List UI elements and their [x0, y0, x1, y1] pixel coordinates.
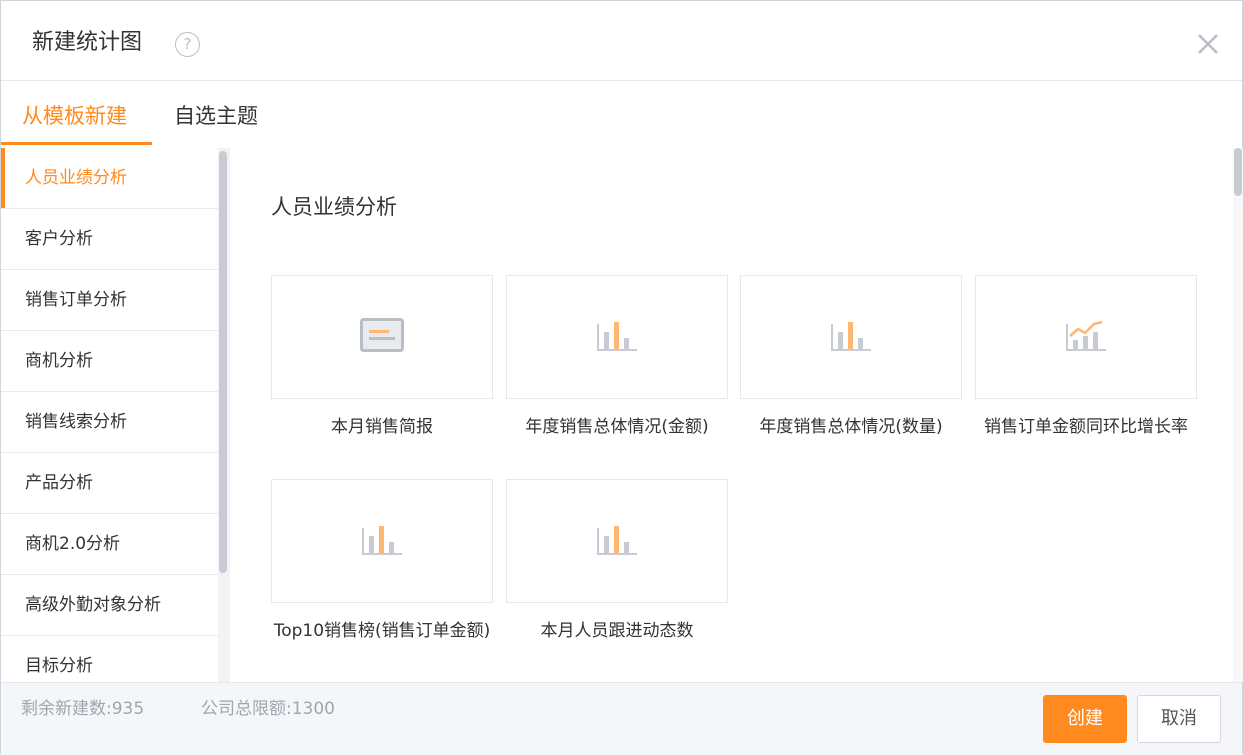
- template-card-label: 年度销售总体情况(金额): [525, 417, 709, 437]
- bar-chart-icon: [831, 322, 871, 351]
- sidebar-item-sales-lead[interactable]: 销售线索分析: [1, 392, 218, 453]
- sidebar-scroll-thumb[interactable]: [219, 151, 227, 573]
- bar-chart-icon: [597, 322, 637, 351]
- template-card-preview[interactable]: [975, 275, 1197, 399]
- bar-chart-icon: [597, 526, 637, 555]
- template-card[interactable]: 年度销售总体情况(金额): [506, 275, 728, 439]
- help-icon[interactable]: ?: [175, 32, 200, 57]
- tab-custom-theme[interactable]: 自选主题: [174, 101, 258, 131]
- dialog-header: 新建统计图 ?: [1, 1, 1242, 81]
- template-card-label: 本月销售简报: [331, 417, 433, 437]
- template-card[interactable]: Top10销售榜(销售订单金额): [271, 479, 493, 643]
- dialog-title: 新建统计图: [32, 30, 143, 55]
- template-card[interactable]: 年度销售总体情况(数量): [740, 275, 962, 439]
- template-card-preview[interactable]: [740, 275, 962, 399]
- bar-chart-icon: [362, 526, 402, 555]
- template-panel: 人员业绩分析 本月销售简报 年度销售总体情况(金额) 年度销售总体情况(数量) …: [230, 148, 1233, 682]
- template-card[interactable]: 本月销售简报: [271, 275, 493, 439]
- template-card-label: Top10销售榜(销售订单金额): [273, 621, 491, 641]
- sidebar-item-staff-performance[interactable]: 人员业绩分析: [1, 148, 218, 209]
- cancel-button[interactable]: 取消: [1137, 695, 1221, 743]
- sidebar-item-field-work[interactable]: 高级外勤对象分析: [1, 575, 218, 636]
- section-title: 人员业绩分析: [271, 195, 397, 219]
- template-card[interactable]: 本月人员跟进动态数: [506, 479, 728, 643]
- sidebar-item-goal[interactable]: 目标分析: [1, 636, 218, 682]
- template-card-preview[interactable]: [271, 275, 493, 399]
- template-card[interactable]: 销售订单金额同环比增长率: [975, 275, 1197, 439]
- sidebar-item-product[interactable]: 产品分析: [1, 453, 218, 514]
- bar-line-chart-icon: [1066, 320, 1106, 351]
- report-icon: [360, 318, 404, 352]
- template-card-label: 销售订单金额同环比增长率: [984, 417, 1188, 437]
- dialog-footer: 剩余新建数:935 公司总限额:1300 创建 取消: [1, 682, 1242, 755]
- template-card-preview[interactable]: [271, 479, 493, 603]
- template-card-label: 本月人员跟进动态数: [540, 621, 694, 641]
- close-icon[interactable]: [1194, 30, 1222, 58]
- create-button[interactable]: 创建: [1043, 695, 1127, 743]
- tab-bar: 从模板新建 自选主题: [1, 82, 1242, 148]
- sidebar-item-sales-order[interactable]: 销售订单分析: [1, 270, 218, 331]
- sidebar-item-customer[interactable]: 客户分析: [1, 209, 218, 270]
- main-scrollbar[interactable]: [1233, 148, 1243, 682]
- main-scroll-thumb[interactable]: [1234, 148, 1242, 196]
- remaining-quota: 剩余新建数:935: [21, 699, 145, 719]
- template-card-preview[interactable]: [506, 479, 728, 603]
- active-tab-indicator: [1, 142, 152, 145]
- category-sidebar: 人员业绩分析 客户分析 销售订单分析 商机分析 销售线索分析 产品分析 商机2.…: [1, 148, 218, 682]
- template-card-label: 年度销售总体情况(数量): [759, 417, 943, 437]
- new-chart-dialog: 新建统计图 ? 从模板新建 自选主题 人员业绩分析 客户分析 销售订单分析 商机…: [0, 0, 1243, 755]
- company-limit: 公司总限额:1300: [201, 699, 335, 719]
- tab-from-template[interactable]: 从模板新建: [22, 101, 127, 131]
- sidebar-item-opportunity[interactable]: 商机分析: [1, 331, 218, 392]
- template-card-preview[interactable]: [506, 275, 728, 399]
- sidebar-item-opportunity-2[interactable]: 商机2.0分析: [1, 514, 218, 575]
